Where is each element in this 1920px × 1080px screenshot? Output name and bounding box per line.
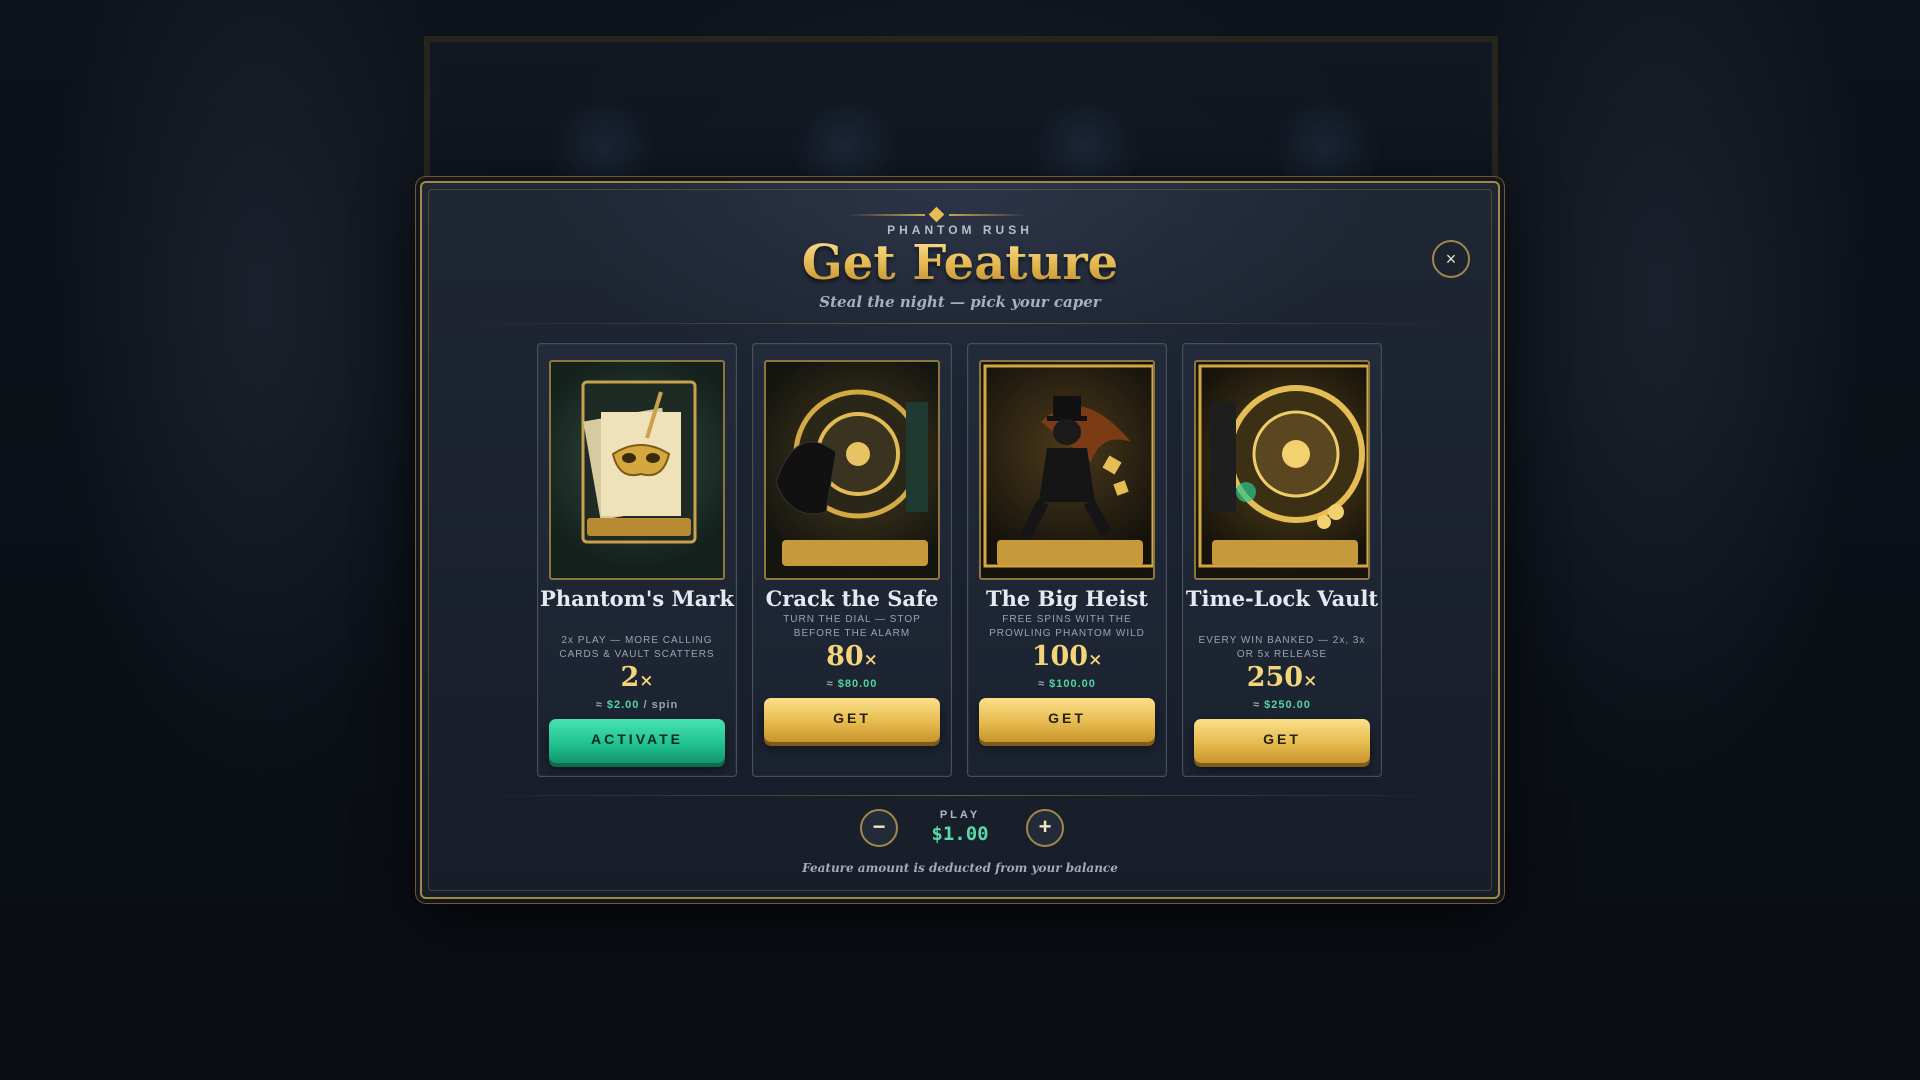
modal-title: Get Feature [422,235,1498,291]
header-ornament [847,206,1027,223]
play-amount: $1.00 [931,823,989,845]
card-title: Time-Lock Vault [1185,586,1379,611]
card-title: Phantom's Mark [540,586,734,611]
close-button[interactable]: × [1432,240,1470,278]
feature-card-time-lock-vault[interactable]: Time-Lock Vault EVERY WIN BANKED — 2x, 3… [1182,343,1382,777]
background-symbol [550,102,660,192]
activate-button[interactable]: ACTIVATE [549,719,725,763]
safe-dial-icon [764,360,940,580]
feature-card-phantoms-mark[interactable]: Phantom's Mark 2x PLAY — MORE CALLING CA… [537,343,737,777]
phantom-thief-icon [979,360,1155,580]
background-symbol [790,102,900,192]
get-feature-modal: PHANTOM RUSH Get Feature Steal the night… [420,181,1500,899]
modal-subtitle: Steal the night — pick your caper [819,293,1101,311]
header-divider [462,323,1458,324]
card-multiplier: 100× [1031,641,1103,672]
background-reels [424,36,1498,192]
feature-card-crack-the-safe[interactable]: Crack the Safe TURN THE DIAL — STOP BEFO… [752,343,952,777]
footer-divider [462,795,1458,796]
card-description: EVERY WIN BANKED — 2x, 3x OR 5x RELEASE [1198,635,1366,660]
card-multiplier: 80× [826,641,878,672]
close-icon: × [1445,249,1457,269]
ornament-line [847,214,925,216]
bet-increase-button[interactable]: + [1026,809,1064,847]
card-price: ≈ $80.00 [826,678,878,690]
plus-icon: + [1038,814,1052,839]
play-label: PLAY [939,809,981,821]
card-description: 2x PLAY — MORE CALLING CARDS & VAULT SCA… [559,635,715,660]
card-price: ≈ $250.00 [1253,699,1311,711]
card-price: ≈ $100.00 [1038,678,1096,690]
card-title: Crack the Safe [765,586,939,611]
background-symbol [1030,102,1140,192]
footer-note: Feature amount is deducted from your bal… [802,861,1118,875]
diamond-icon [928,206,945,223]
card-multiplier: 2× [620,662,654,693]
ornament-line [949,214,1027,216]
get-button[interactable]: GET [1194,719,1370,763]
mask-calling-card-icon [549,360,725,580]
background-symbol [1270,102,1380,192]
feature-card-the-big-heist[interactable]: The Big Heist FREE SPINS WITH THE PROWLI… [967,343,1167,777]
get-button[interactable]: GET [979,698,1155,742]
card-multiplier: 250× [1246,662,1318,693]
card-title: The Big Heist [986,586,1148,611]
card-description: FREE SPINS WITH THE PROWLING PHANTOM WIL… [989,614,1145,639]
card-price: ≈ $2.00 / spin [595,699,679,711]
vault-door-icon [1194,360,1370,580]
card-description: TURN THE DIAL — STOP BEFORE THE ALARM [783,614,921,639]
get-button[interactable]: GET [764,698,940,742]
feature-cards: Phantom's Mark 2x PLAY — MORE CALLING CA… [537,343,1387,777]
